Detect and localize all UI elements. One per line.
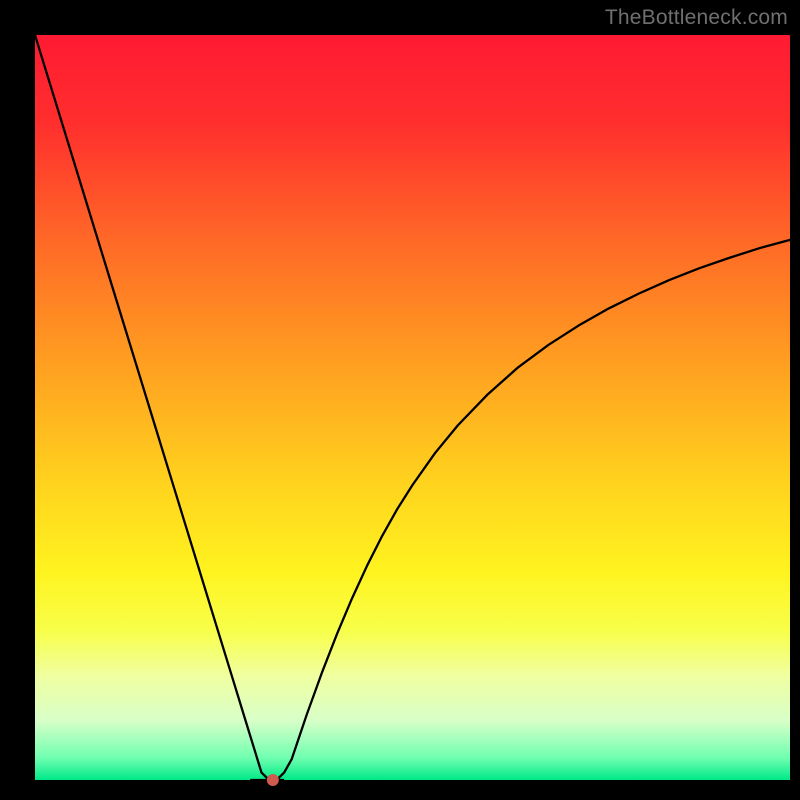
watermark-text: TheBottleneck.com (605, 6, 788, 30)
chart-svg (0, 0, 800, 800)
optimal-dot (267, 774, 279, 786)
chart-container: TheBottleneck.com (0, 0, 800, 800)
